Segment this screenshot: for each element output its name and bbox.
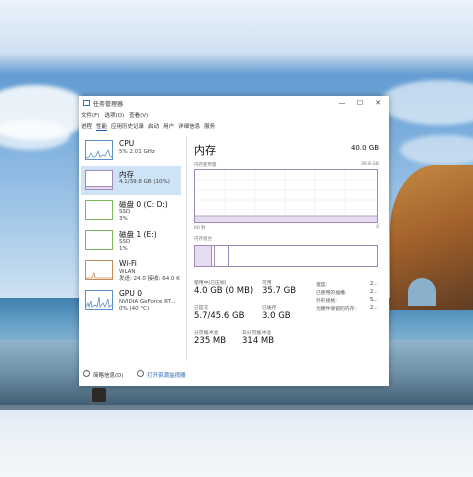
chevron-up-icon[interactable]: ^ [83,370,90,377]
sidebar-item-label: GPU 0 [119,289,142,298]
committed-label: 已提交 [194,306,209,311]
footer-bar: ^ 简略信息(D) 打开资源监视器 [79,366,389,386]
sidebar-item-detail: SSD 1% [119,239,131,252]
tab-services[interactable]: 服务 [204,122,215,131]
disk-thumbnail-graph [85,230,113,250]
sidebar-item-wifi[interactable]: Wi-Fi WLAN 发送: 24.0 接收: 64.0 K [81,256,181,285]
task-manager-icon [83,100,90,106]
minimize-button[interactable]: — [335,98,349,108]
cached-value: 3.0 GB [262,311,291,321]
menu-bar: 文件(F) 选项(O) 查看(V) [81,111,148,120]
memory-usage-graph [194,169,378,223]
sidebar-item-cpu[interactable]: CPU 5% 2.01 GHz [81,136,181,165]
disk-thumbnail-graph [85,200,113,220]
fewer-details-link[interactable]: 简略信息(D) [93,371,124,379]
tab-app-history[interactable]: 应用历史记录 [111,122,144,131]
speed-label: 速度: [316,283,328,288]
sidebar-item-detail: WLAN 发送: 24.0 接收: 64.0 K [119,269,180,282]
task-manager-window: 任务管理器 — ☐ ✕ 文件(F) 选项(O) 查看(V) 进程 性能 应用历史… [79,96,389,386]
resource-monitor-icon [137,370,144,377]
sidebar-item-detail: SSD 3% [119,209,131,222]
axis-right-label: 0 [376,225,379,230]
sidebar-item-detail: 4.1/39.8 GB (10%) [119,179,170,185]
menu-file[interactable]: 文件(F) [81,111,99,120]
usage-graph-label: 内存使用量 [194,163,217,168]
window-title: 任务管理器 [93,101,124,108]
open-resource-monitor-link[interactable]: 打开资源监视器 [147,371,186,379]
panel-divider [186,136,187,361]
memory-composition-bar[interactable] [194,245,378,267]
memory-capacity: 40.0 GB [350,144,379,152]
tab-performance[interactable]: 性能 [96,122,108,131]
sidebar-item-detail: 5% 2.01 GHz [119,149,155,155]
axis-left-label: 60 秒 [194,226,206,231]
menu-view[interactable]: 查看(V) [129,111,148,120]
page-title: 内存 [194,144,216,157]
nonpaged-pool-label: 非分页缓冲池 [242,331,271,336]
usage-graph-max: 39.8 GB [360,162,379,167]
form-factor-label: 外形规格: [316,299,337,304]
tab-details[interactable]: 详细信息 [178,122,200,131]
paged-pool-value: 235 MB [194,336,227,346]
tab-processes[interactable]: 进程 [81,122,92,131]
tab-strip: 进程 性能 应用历史记录 启动 用户 详细信息 服务 [81,122,215,131]
slots-value: 2... [370,289,378,295]
tab-users[interactable]: 用户 [163,122,174,131]
sidebar-item-label: Wi-Fi [119,259,137,268]
sidebar-item-memory[interactable]: 内存 4.1/39.8 GB (10%) [81,166,181,195]
available-label: 可用 [262,281,272,286]
sidebar-item-disk-0[interactable]: 磁盘 0 (C: D:) SSD 3% [81,196,181,225]
menu-options[interactable]: 选项(O) [104,111,124,120]
tab-startup[interactable]: 启动 [148,122,159,131]
nonpaged-pool-value: 314 MB [242,336,275,346]
maximize-button[interactable]: ☐ [353,98,367,108]
in-use-label: 使用中(已压缩) [194,281,227,286]
hardware-reserved-value: 2... [370,305,378,311]
composition-label: 内存组合 [194,237,212,242]
committed-value: 5.7/45.6 GB [194,311,245,321]
cpu-thumbnail-graph [85,140,113,160]
form-factor-value: S... [370,297,378,303]
paged-pool-label: 分页缓冲池 [194,331,218,336]
available-value: 35.7 GB [262,286,297,296]
title-bar[interactable]: 任务管理器 — ☐ ✕ [79,96,389,110]
hardware-reserved-label: 为硬件保留的内存: [316,307,356,312]
speed-value: 2... [370,281,378,287]
in-use-value: 4.0 GB (0 MB) [194,286,254,296]
gpu-thumbnail-graph [85,290,113,310]
cached-label: 已缓存 [262,306,277,311]
close-button[interactable]: ✕ [371,98,385,108]
sidebar-item-gpu[interactable]: GPU 0 NVIDIA GeForce RT... 0% (40 °C) [81,286,181,315]
sidebar-item-detail: NVIDIA GeForce RT... 0% (40 °C) [119,299,176,312]
memory-thumbnail-graph [85,170,113,190]
wifi-thumbnail-graph [85,260,113,280]
sidebar-item-label: CPU [119,139,135,148]
beach-figure [92,388,106,402]
slots-label: 已使用的插槽: [316,291,347,296]
sidebar-item-disk-1[interactable]: 磁盘 1 (E:) SSD 1% [81,226,181,255]
